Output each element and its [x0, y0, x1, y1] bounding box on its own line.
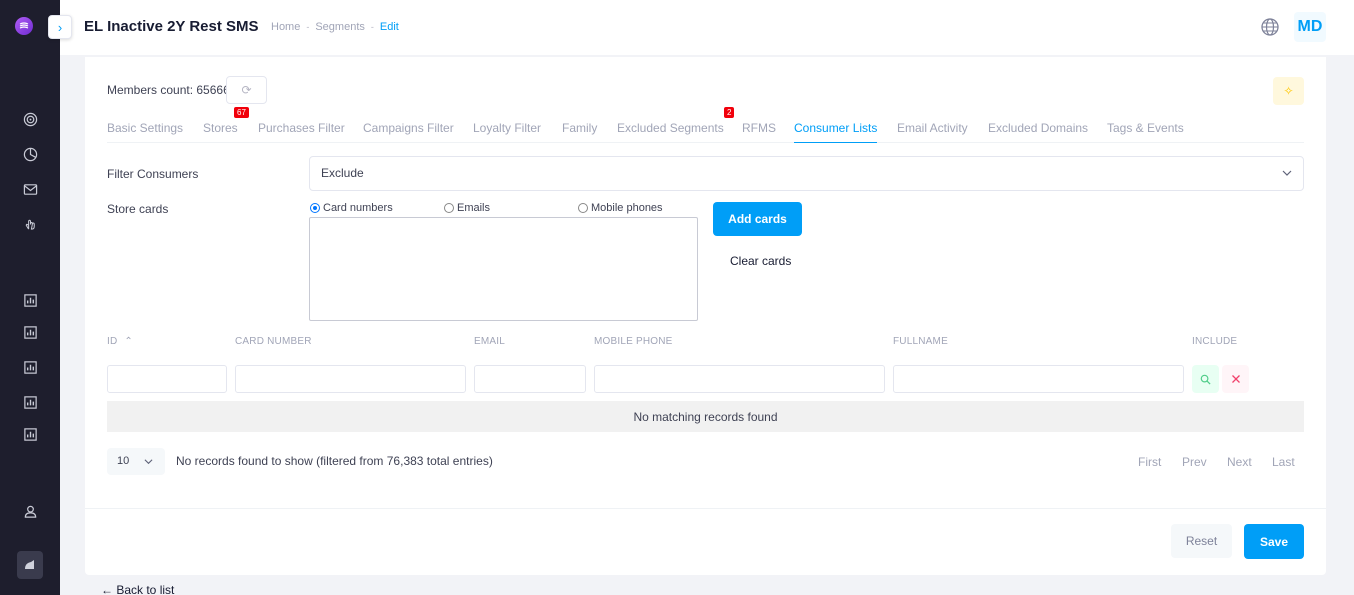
filter-email-input[interactable]	[474, 365, 586, 393]
members-count: Members count: 65666	[107, 83, 230, 97]
report-icon[interactable]	[20, 322, 40, 342]
excluded-segments-badge: 2	[724, 107, 735, 118]
tab-rfms[interactable]: RFMS	[742, 121, 776, 143]
page-size-select[interactable]: 10	[107, 448, 165, 475]
tab-excluded-domains[interactable]: Excluded Domains	[988, 121, 1088, 143]
tab-purchases-filter[interactable]: Purchases Filter	[258, 121, 345, 143]
filter-mobile-phone-input[interactable]	[594, 365, 885, 393]
filter-id-input[interactable]	[107, 365, 227, 393]
pagination-prev[interactable]: Prev	[1182, 455, 1207, 469]
radio-mobile-phones-label: Mobile phones	[591, 202, 663, 214]
report-icon[interactable]	[20, 392, 40, 412]
tab-tags-events[interactable]: Tags & Events	[1107, 121, 1184, 143]
breadcrumb-edit: Edit	[379, 21, 399, 33]
page-title: EL Inactive 2Y Rest SMS	[84, 18, 259, 35]
stores-badge: 67	[234, 107, 249, 118]
column-header-id[interactable]: ID ⌃	[107, 336, 133, 347]
tab-campaigns-filter[interactable]: Campaigns Filter	[363, 121, 454, 143]
search-icon	[1200, 374, 1211, 385]
report-icon[interactable]	[20, 290, 40, 310]
user-icon[interactable]	[20, 501, 40, 521]
theme-icon[interactable]	[17, 551, 43, 579]
filter-fullname-input[interactable]	[893, 365, 1184, 393]
tab-loyalty-filter[interactable]: Loyalty Filter	[473, 121, 541, 143]
sort-ascending-icon: ⌃	[124, 336, 133, 347]
radio-emails-input[interactable]	[444, 203, 454, 213]
sidebar	[0, 0, 60, 595]
refresh-icon: ⟳	[241, 83, 252, 97]
refresh-button[interactable]: ⟳	[226, 76, 267, 104]
breadcrumb-separator: -	[370, 22, 374, 32]
breadcrumb-home[interactable]: Home	[271, 21, 300, 33]
pin-icon: ✧	[1283, 84, 1294, 98]
cards-textarea[interactable]	[309, 217, 698, 321]
page-size-value: 10	[117, 455, 130, 467]
search-button[interactable]	[1192, 365, 1219, 393]
tab-basic-settings[interactable]: Basic Settings	[107, 121, 183, 143]
segment-edit-card: Members count: 65666 ⟳ ✧ Basic Settings …	[85, 57, 1326, 575]
column-header-fullname[interactable]: FULLNAME	[893, 336, 948, 347]
radio-card-numbers-input[interactable]	[310, 203, 320, 213]
chevron-down-icon	[1282, 170, 1292, 176]
store-cards-label: Store cards	[107, 202, 169, 216]
radio-card-numbers[interactable]: Card numbers	[310, 202, 393, 214]
add-cards-button[interactable]: Add cards	[713, 202, 802, 236]
back-to-list-link[interactable]: ← Back to list	[101, 583, 174, 595]
save-button[interactable]: Save	[1244, 524, 1304, 559]
breadcrumb: Home - Segments - Edit	[271, 21, 399, 33]
clear-cards-button[interactable]: Clear cards	[730, 254, 791, 268]
filter-consumers-label: Filter Consumers	[107, 167, 199, 181]
mail-icon[interactable]	[20, 179, 40, 199]
clear-filter-button[interactable]	[1222, 365, 1249, 393]
sidebar-toggle-chevron-icon[interactable]: ›	[48, 15, 72, 39]
pagination-first[interactable]: First	[1138, 455, 1161, 469]
empty-table-message: No matching records found	[107, 401, 1304, 432]
pagination-next[interactable]: Next	[1227, 455, 1252, 469]
pie-chart-icon[interactable]	[20, 144, 40, 164]
column-header-email[interactable]: EMAIL	[474, 336, 505, 347]
pin-button[interactable]: ✧	[1273, 77, 1304, 105]
column-header-id-label: ID	[107, 336, 118, 347]
tab-family[interactable]: Family	[562, 121, 597, 143]
header: EL Inactive 2Y Rest SMS Home - Segments …	[60, 0, 1354, 55]
tab-bar: Basic Settings Stores 67 Purchases Filte…	[107, 107, 1304, 143]
radio-mobile-phones-input[interactable]	[578, 203, 588, 213]
column-header-include[interactable]: INCLUDE	[1192, 336, 1237, 347]
hand-pointer-icon[interactable]	[20, 213, 40, 233]
report-icon[interactable]	[20, 424, 40, 444]
radio-emails-label: Emails	[457, 202, 491, 214]
chevron-down-icon	[144, 459, 153, 465]
breadcrumb-separator: -	[306, 22, 310, 32]
target-icon[interactable]	[20, 109, 40, 129]
reset-button[interactable]: Reset	[1171, 524, 1232, 558]
close-icon	[1231, 375, 1240, 383]
pagination-last[interactable]: Last	[1272, 455, 1295, 469]
filter-consumers-select[interactable]: Exclude	[309, 156, 1304, 191]
report-icon[interactable]	[20, 357, 40, 377]
tab-consumer-lists[interactable]: Consumer Lists	[794, 121, 878, 143]
radio-emails[interactable]: Emails	[444, 202, 490, 214]
tab-email-activity[interactable]: Email Activity	[897, 121, 968, 143]
avatar[interactable]: MD	[1294, 12, 1326, 42]
radio-card-numbers-label: Card numbers	[323, 202, 393, 214]
radio-mobile-phones[interactable]: Mobile phones	[578, 202, 663, 214]
breadcrumb-segments[interactable]: Segments	[315, 21, 365, 33]
globe-icon[interactable]	[1260, 17, 1280, 37]
filter-card-number-input[interactable]	[235, 365, 466, 393]
logo-icon[interactable]	[15, 17, 33, 35]
table-info: No records found to show (filtered from …	[176, 454, 493, 468]
column-header-card-number[interactable]: CARD NUMBER	[235, 336, 312, 347]
filter-consumers-value: Exclude	[321, 166, 364, 180]
tab-stores[interactable]: Stores	[203, 121, 238, 143]
tab-excluded-segments[interactable]: Excluded Segments	[617, 121, 724, 143]
card-footer-divider	[85, 508, 1326, 509]
column-header-mobile-phone[interactable]: MOBILE PHONE	[594, 336, 673, 347]
